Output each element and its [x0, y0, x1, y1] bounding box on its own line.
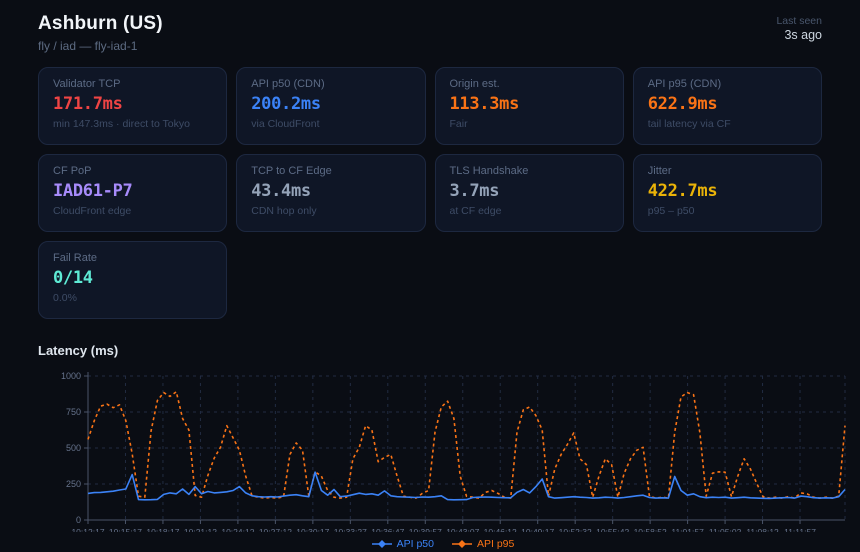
svg-text:10:49:17: 10:49:17: [521, 527, 554, 532]
metric-sub: min 147.3ms · direct to Tokyo: [53, 118, 212, 130]
metric-label: TCP to CF Edge: [251, 165, 410, 177]
metric-value: 200.2ms: [251, 94, 410, 114]
svg-text:250: 250: [66, 479, 81, 489]
metric-label: API p95 (CDN): [648, 78, 807, 90]
header-left: Ashburn (US) fly / iad — fly-iad-1: [38, 13, 163, 53]
metric-card-fail-rate: Fail Rate 0/14 0.0%: [38, 241, 227, 319]
series-line-api-p95: [88, 392, 845, 498]
metric-label: CF PoP: [53, 165, 212, 177]
metric-value: 0/14: [53, 268, 212, 288]
svg-text:10:15:17: 10:15:17: [109, 527, 142, 532]
svg-text:0: 0: [76, 515, 81, 525]
last-seen-label: Last seen: [776, 15, 822, 27]
svg-text:500: 500: [66, 443, 81, 453]
legend-label: API p95: [477, 538, 514, 550]
latency-dashboard: Ashburn (US) fly / iad — fly-iad-1 Last …: [0, 0, 860, 552]
metric-sub: p95 – p50: [648, 205, 807, 217]
metric-sub: CDN hop only: [251, 205, 410, 217]
metric-label: Jitter: [648, 165, 807, 177]
metric-label: TLS Handshake: [450, 165, 609, 177]
metric-card-origin-est: Origin est. 113.3ms Fair: [435, 67, 624, 145]
svg-text:10:33:27: 10:33:27: [334, 527, 367, 532]
chart-legend: API p50 API p95: [38, 538, 848, 550]
metric-value: 3.7ms: [450, 181, 609, 201]
svg-text:10:52:32: 10:52:32: [559, 527, 592, 532]
svg-text:1000: 1000: [61, 371, 81, 381]
header: Ashburn (US) fly / iad — fly-iad-1 Last …: [0, 0, 860, 53]
page-subtitle: fly / iad — fly-iad-1: [38, 39, 163, 53]
metric-value: 622.9ms: [648, 94, 807, 114]
svg-text:750: 750: [66, 407, 81, 417]
legend-line-marker-icon: [452, 539, 472, 549]
svg-text:10:36:47: 10:36:47: [371, 527, 404, 532]
svg-text:11:05:02: 11:05:02: [709, 527, 742, 532]
metric-card-validator-tcp: Validator TCP 171.7ms min 147.3ms · direct…: [38, 67, 227, 145]
svg-text:11:08:12: 11:08:12: [746, 527, 779, 532]
svg-text:10:18:17: 10:18:17: [146, 527, 179, 532]
svg-text:10:24:12: 10:24:12: [221, 527, 254, 532]
metric-sub: tail latency via CF: [648, 118, 807, 130]
svg-text:11:01:57: 11:01:57: [671, 527, 704, 532]
legend-item-api-p95[interactable]: API p95: [452, 538, 514, 550]
svg-text:10:58:52: 10:58:52: [634, 527, 667, 532]
metric-value: 422.7ms: [648, 181, 807, 201]
svg-text:10:39:57: 10:39:57: [409, 527, 442, 532]
metric-label: Fail Rate: [53, 252, 212, 264]
svg-text:10:27:12: 10:27:12: [259, 527, 292, 532]
latency-line-chart[interactable]: 0 250 500 750 1000 10:12:17 10:15:17 10:18:17 10…: [38, 364, 848, 532]
chart-title: Latency (ms): [38, 343, 860, 358]
metric-sub: via CloudFront: [251, 118, 410, 130]
metric-label: Origin est.: [450, 78, 609, 90]
latency-chart-section: Latency (ms) 0 250 500 750 1000 10:12:17 10:15…: [38, 343, 860, 550]
svg-text:10:12:17: 10:12:17: [71, 527, 104, 532]
metric-card-api-p50-cdn: API p50 (CDN) 200.2ms via CloudFront: [236, 67, 425, 145]
metric-value: IAD61-P7: [53, 181, 212, 201]
metric-label: API p50 (CDN): [251, 78, 410, 90]
metric-card-tcp-to-cf-edge: TCP to CF Edge 43.4ms CDN hop only: [236, 154, 425, 232]
svg-text:10:43:07: 10:43:07: [446, 527, 479, 532]
metric-card-cf-pop: CF PoP IAD61-P7 CloudFront edge: [38, 154, 227, 232]
metric-value: 113.3ms: [450, 94, 609, 114]
metric-card-jitter: Jitter 422.7ms p95 – p50: [633, 154, 822, 232]
metric-value: 171.7ms: [53, 94, 212, 114]
last-seen: Last seen 3s ago: [776, 13, 822, 42]
metric-card-tls-handshake: TLS Handshake 3.7ms at CF edge: [435, 154, 624, 232]
legend-label: API p50: [397, 538, 434, 550]
metric-sub: Fair: [450, 118, 609, 130]
legend-item-api-p50[interactable]: API p50: [372, 538, 434, 550]
metric-sub: CloudFront edge: [53, 205, 212, 217]
svg-text:10:21:12: 10:21:12: [184, 527, 217, 532]
metric-label: Validator TCP: [53, 78, 212, 90]
metric-sub: 0.0%: [53, 292, 212, 304]
svg-text:11:11:57: 11:11:57: [784, 527, 816, 532]
legend-line-marker-icon: [372, 539, 392, 549]
metric-value: 43.4ms: [251, 181, 410, 201]
metric-card-api-p95-cdn: API p95 (CDN) 622.9ms tail latency via CF: [633, 67, 822, 145]
svg-text:10:30:17: 10:30:17: [296, 527, 329, 532]
metric-sub: at CF edge: [450, 205, 609, 217]
svg-text:10:55:42: 10:55:42: [596, 527, 629, 532]
last-seen-value: 3s ago: [776, 28, 822, 42]
svg-text:10:46:12: 10:46:12: [484, 527, 517, 532]
metric-cards-grid: Validator TCP 171.7ms min 147.3ms · direct…: [38, 67, 822, 319]
page-title: Ashburn (US): [38, 13, 163, 35]
